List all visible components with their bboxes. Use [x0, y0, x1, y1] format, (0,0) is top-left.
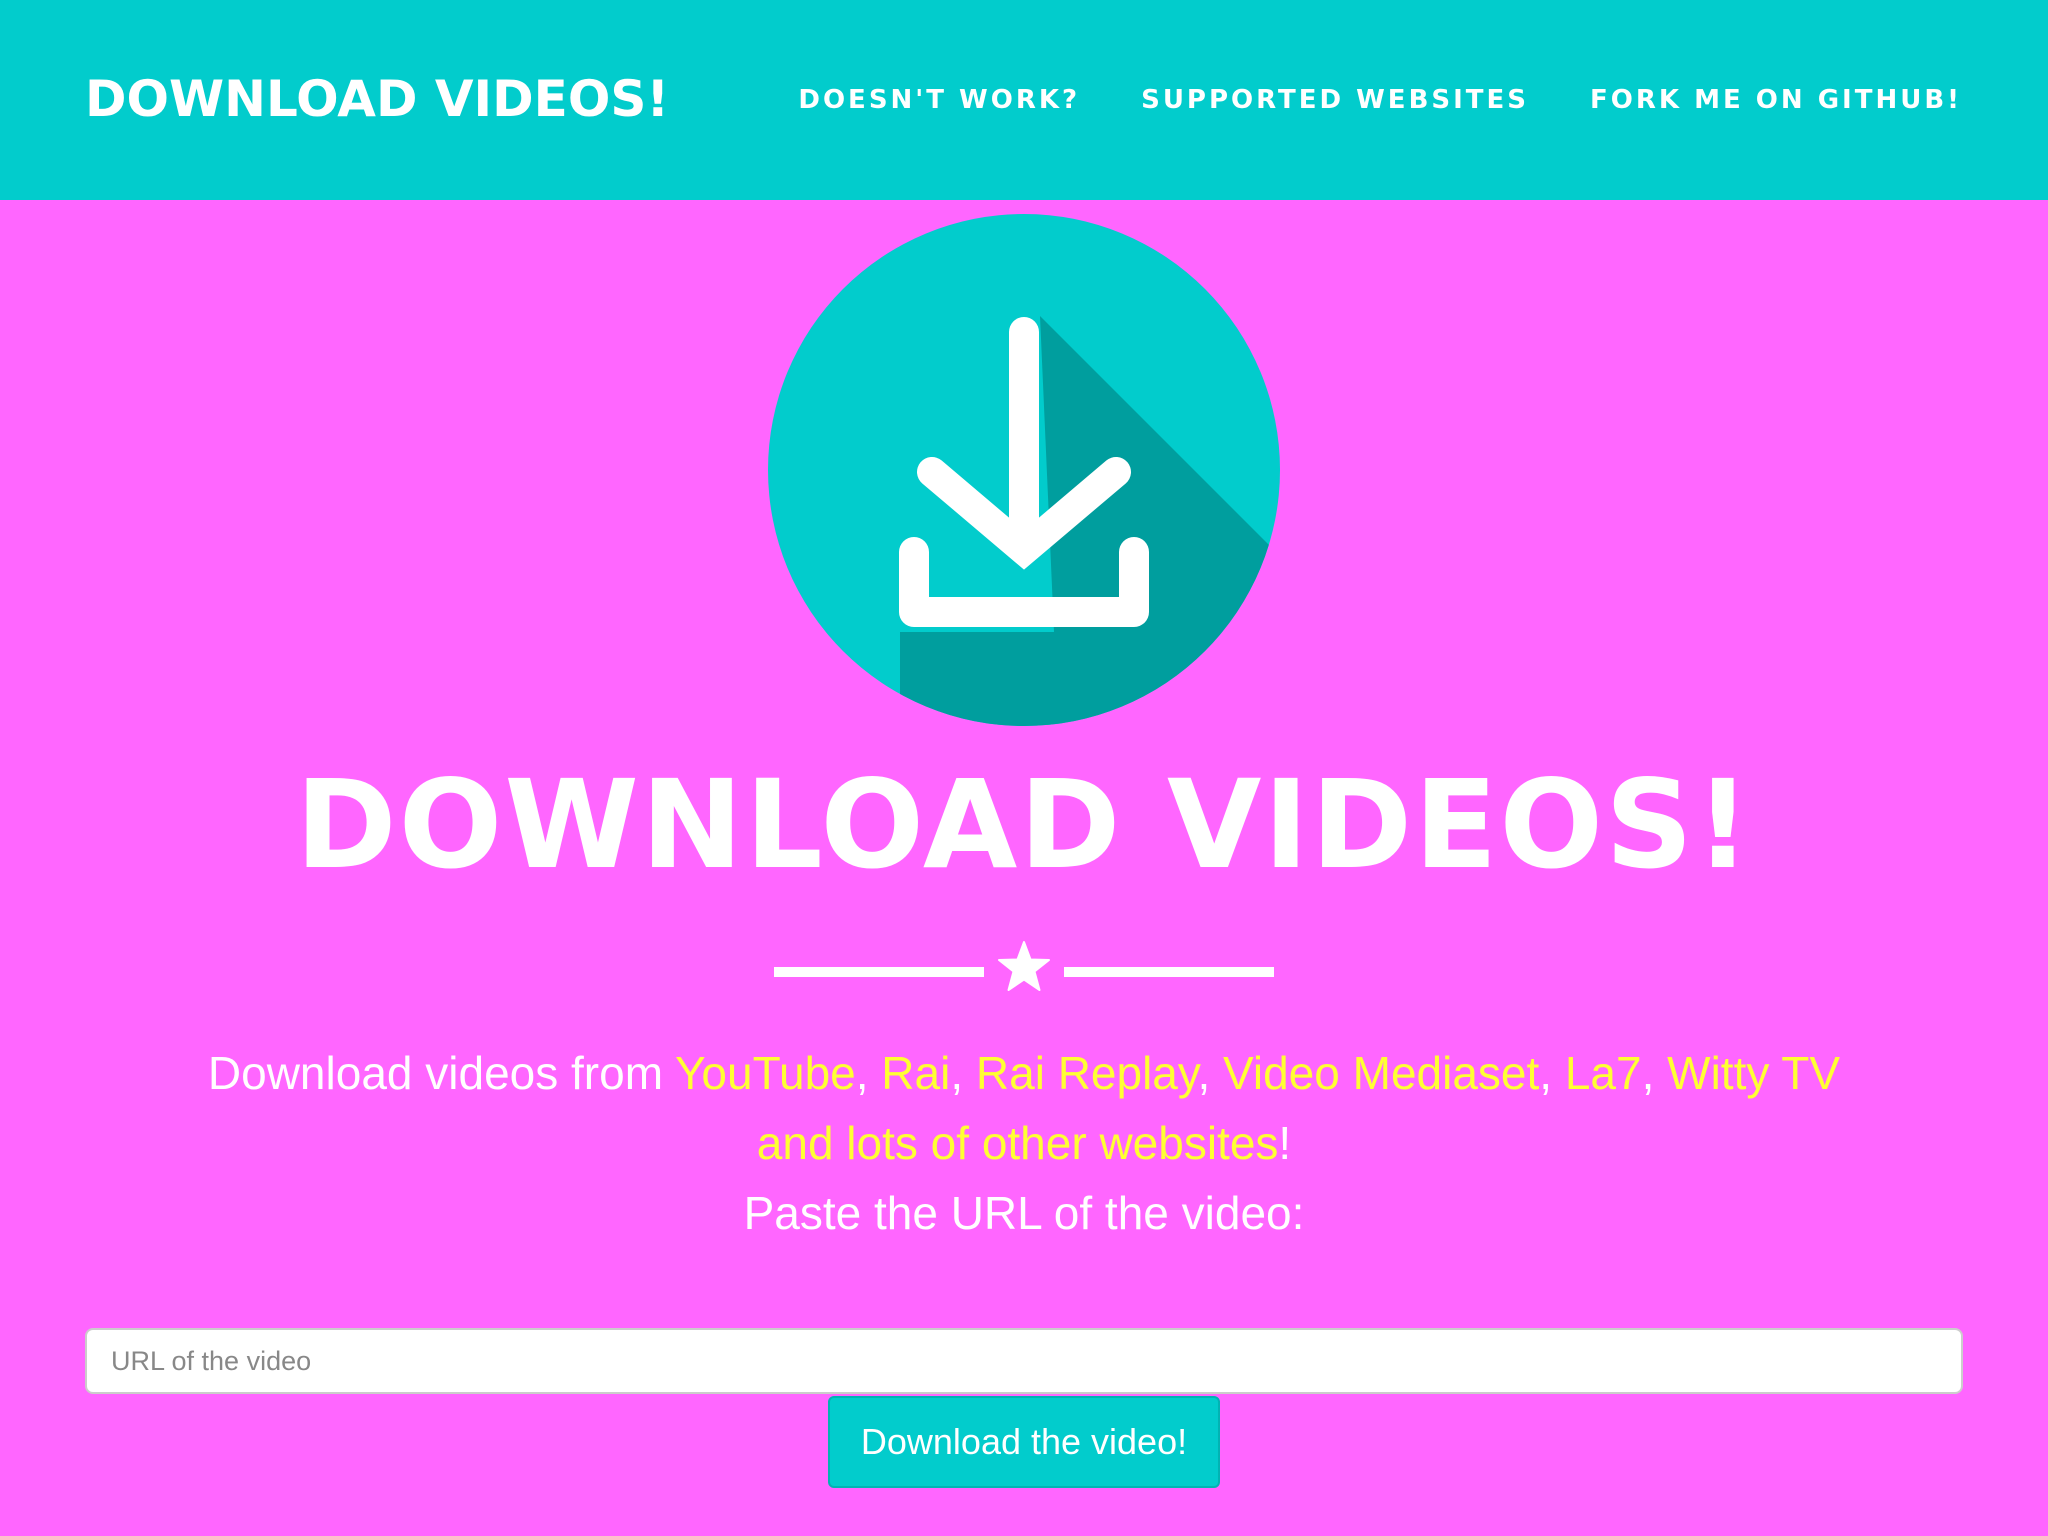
star-icon [997, 940, 1051, 994]
download-button[interactable]: Download the video! [828, 1396, 1220, 1488]
navbar: DOWNLOAD VIDEOS! DOESN'T WORK? SUPPORTED… [0, 0, 2048, 200]
nav-link-fork-github[interactable]: FORK ME ON GITHUB! [1590, 80, 1962, 120]
nav-link-supported-websites[interactable]: SUPPORTED WEBSITES [1141, 80, 1529, 120]
instruction-text: Paste the URL of the video: [743, 1187, 1305, 1239]
nav-links: DOESN'T WORK? SUPPORTED WEBSITES FORK ME… [798, 80, 1962, 120]
divider-line-right [1064, 967, 1274, 977]
download-icon [768, 214, 1280, 726]
separator: , [1197, 1047, 1224, 1099]
site-link-la7[interactable]: La7 [1565, 1047, 1642, 1099]
separator: , [1641, 1047, 1668, 1099]
star-divider [774, 940, 1274, 1000]
site-link-video-mediaset[interactable]: Video Mediaset [1223, 1047, 1539, 1099]
hero-title: DOWNLOAD VIDEOS! [295, 754, 1753, 896]
site-link-rai[interactable]: Rai [881, 1047, 950, 1099]
url-input[interactable] [85, 1328, 1963, 1394]
description-prefix: Download videos from [207, 1047, 675, 1099]
description: Download videos from YouTube, Rai, Rai R… [200, 1038, 1848, 1248]
site-link-youtube[interactable]: YouTube [675, 1047, 856, 1099]
nav-link-doesnt-work[interactable]: DOESN'T WORK? [798, 80, 1080, 120]
divider-line-left [774, 967, 984, 977]
separator: , [1539, 1047, 1565, 1099]
separator: , [950, 1047, 976, 1099]
separator: , [855, 1047, 882, 1099]
site-link-rai-replay[interactable]: Rai Replay [976, 1047, 1198, 1099]
brand-link[interactable]: DOWNLOAD VIDEOS! [85, 66, 669, 132]
description-suffix: ! [1278, 1117, 1292, 1169]
